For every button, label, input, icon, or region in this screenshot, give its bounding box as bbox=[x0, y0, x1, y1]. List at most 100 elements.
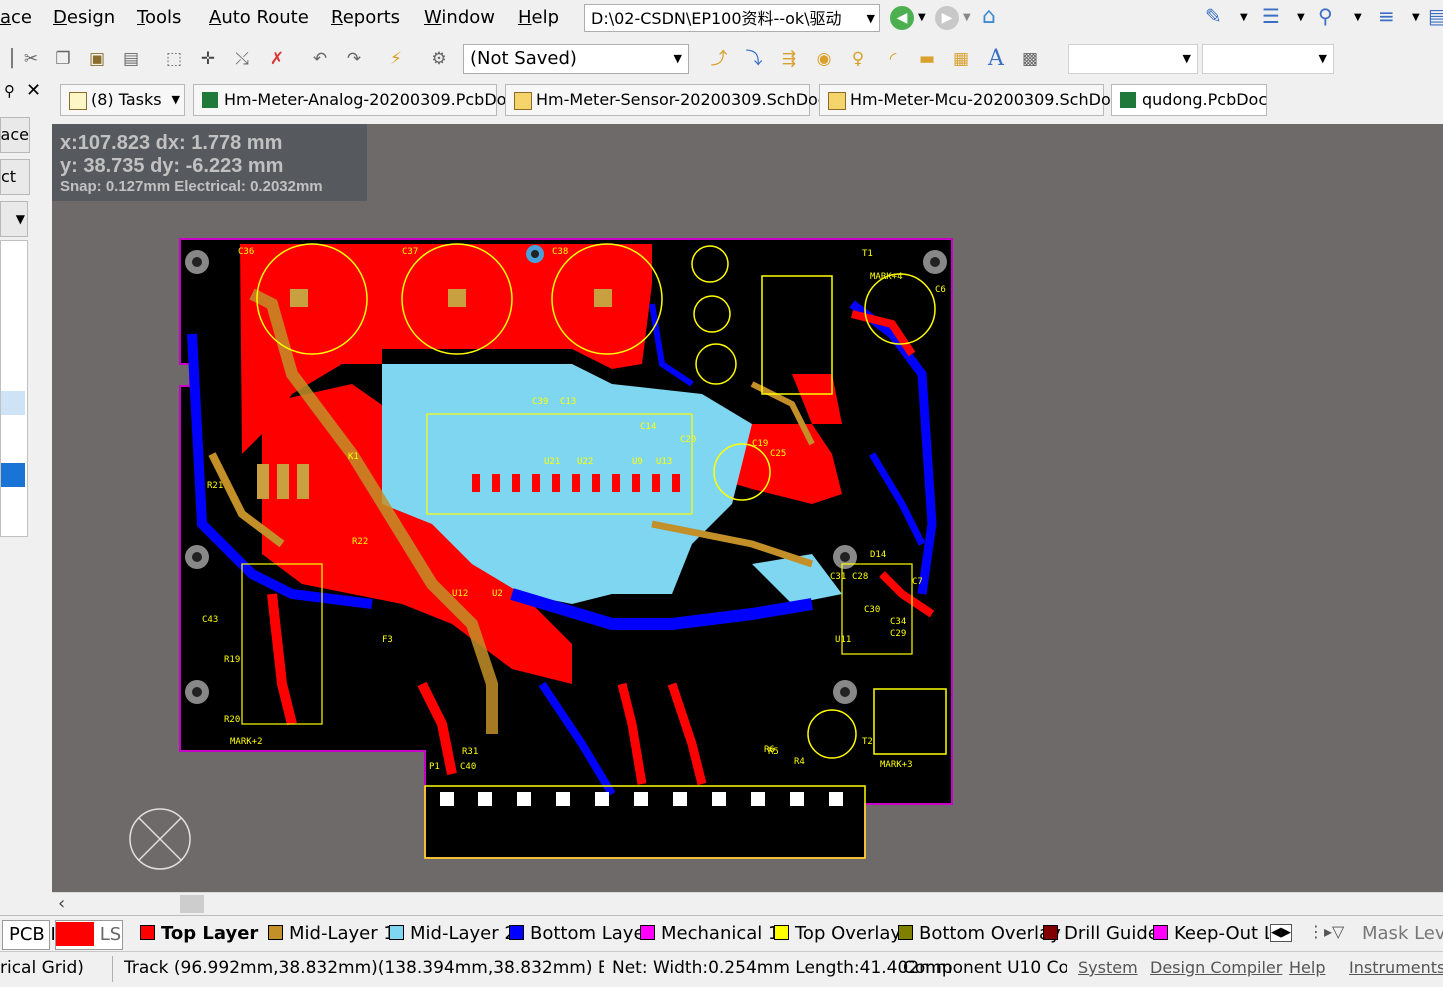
layout-icon[interactable]: ▤ bbox=[1428, 4, 1443, 28]
interactive-route-icon[interactable]: ⤴ bbox=[708, 48, 730, 70]
tab-mid-layer-1[interactable]: Mid-Layer 1 bbox=[268, 920, 395, 950]
silk-label: F3 bbox=[382, 635, 393, 645]
component-icon[interactable]: ⚙ bbox=[428, 48, 450, 70]
select-area-icon[interactable]: ⬚ bbox=[163, 48, 185, 70]
tab-bottom-overlay[interactable]: Bottom Overlay bbox=[898, 920, 1061, 950]
chevron-down-icon: ▼ bbox=[866, 12, 875, 25]
cross-probe-icon[interactable]: ⚡ bbox=[385, 48, 407, 70]
silk-label: T2 bbox=[862, 737, 873, 747]
tab-keep-out-layer[interactable]: Keep-Out La bbox=[1153, 920, 1269, 950]
menu-tools[interactable]: Tools bbox=[137, 7, 181, 28]
array-icon[interactable]: ▩ bbox=[1019, 48, 1041, 70]
project-dropdown[interactable]: ▼ bbox=[0, 201, 28, 237]
silk-label: D14 bbox=[870, 550, 886, 560]
menu-reports[interactable]: Reports bbox=[331, 7, 400, 28]
workspace-button[interactable]: ace bbox=[0, 117, 30, 153]
view-config-value: (Not Saved) bbox=[470, 48, 577, 69]
via-icon[interactable]: ♀ bbox=[847, 48, 869, 70]
multi-route-icon[interactable]: ⇶ bbox=[778, 48, 800, 70]
menu-window[interactable]: Window bbox=[424, 7, 495, 28]
chevron-down-icon[interactable]: ▼ bbox=[918, 12, 926, 23]
sch-doc-icon bbox=[828, 92, 846, 110]
string-icon[interactable]: A bbox=[985, 48, 1007, 70]
tab-mid-layer-2[interactable]: Mid-Layer 2 bbox=[389, 920, 516, 950]
silk-label: C39 bbox=[532, 397, 548, 407]
tree-item-selected[interactable] bbox=[1, 463, 25, 487]
paste-icon[interactable]: ▣ bbox=[86, 48, 108, 70]
tab-sensor-schdoc[interactable]: Hm-Meter-Sensor-20200309.SchDoc bbox=[505, 84, 827, 116]
chevron-down-icon[interactable]: ▼ bbox=[963, 12, 971, 23]
layer-scroll-icon[interactable]: ◀▶ bbox=[1270, 924, 1292, 942]
tab-top-overlay[interactable]: Top Overlay bbox=[774, 920, 901, 950]
redo-icon[interactable]: ↷ bbox=[343, 48, 365, 70]
help-button[interactable]: Help bbox=[1289, 958, 1325, 977]
scroll-thumb[interactable] bbox=[180, 895, 204, 913]
forward-icon[interactable]: ▶ bbox=[935, 6, 959, 30]
layer-color-swatch bbox=[898, 925, 913, 940]
tab-analog-pcbdoc[interactable]: Hm-Meter-Analog-20200309.PcbDoc bbox=[193, 84, 515, 116]
layer-set-button[interactable]: LS bbox=[55, 920, 123, 950]
move-icon[interactable]: ✛ bbox=[197, 48, 219, 70]
wire-tool-icon[interactable]: ✎ bbox=[1205, 4, 1222, 28]
tasks-button[interactable]: (8) Tasks ▼ bbox=[60, 84, 185, 116]
design-compiler-button[interactable]: Design Compiler bbox=[1150, 958, 1282, 977]
pcb-doc-icon bbox=[202, 92, 218, 108]
pad-icon[interactable]: ◉ bbox=[813, 48, 835, 70]
pcb-workspace[interactable]: x:107.823 dx: 1.778 mm y: 38.735 dy: -6.… bbox=[52, 124, 1443, 892]
mask-level-button[interactable]: Mask Level bbox=[1362, 920, 1443, 950]
toolbar: │ ✂ ❐ ▣ ▤ ⬚ ✛ ⤯ ✗ ↶ ↷ ⚡ ⚙ (Not Saved) ▼ … bbox=[0, 38, 1443, 81]
copy-icon[interactable]: ❐ bbox=[52, 48, 74, 70]
silk-label: R19 bbox=[224, 655, 240, 665]
deselect-icon[interactable]: ✗ bbox=[266, 48, 288, 70]
horizontal-scrollbar[interactable]: ‹ bbox=[52, 892, 1443, 915]
tab-mechanical-1[interactable]: Mechanical 1 bbox=[640, 920, 779, 950]
menu-design[interactable]: Design bbox=[53, 7, 115, 28]
path-combo[interactable]: D:\02-CSDN\EP100资料--ok\驱动 ▼ bbox=[584, 4, 880, 32]
rubber-stamp-icon[interactable]: ▤ bbox=[120, 48, 142, 70]
cut-icon[interactable]: ✂ bbox=[20, 48, 42, 70]
search-icon[interactable]: ⚲ bbox=[1318, 4, 1333, 28]
menu-help[interactable]: Help bbox=[518, 7, 559, 28]
current-layer-swatch bbox=[56, 922, 94, 946]
tab-qudong-pcbdoc[interactable]: qudong.PcbDoc bbox=[1111, 84, 1267, 116]
system-button[interactable]: System bbox=[1078, 958, 1138, 977]
pcb-panel-button[interactable]: PCB I bbox=[2, 920, 56, 950]
align-icon[interactable]: ☰ bbox=[1262, 4, 1280, 28]
project-button[interactable]: ct bbox=[0, 159, 30, 195]
filter-combo[interactable]: ▼ bbox=[1202, 44, 1334, 74]
component-status: Component U10 Comm bbox=[903, 958, 1067, 978]
pin-icon[interactable]: ⚲ bbox=[4, 82, 15, 100]
home-icon[interactable]: ⌂ bbox=[982, 4, 996, 29]
view-config-select[interactable]: (Not Saved) ▼ bbox=[463, 44, 689, 74]
chevron-down-icon[interactable]: ▼ bbox=[1412, 12, 1420, 23]
instruments-button[interactable]: Instruments bbox=[1349, 958, 1443, 977]
silk-label: T1 bbox=[862, 249, 873, 259]
layer-combo[interactable]: ▼ bbox=[1068, 44, 1198, 74]
tab-drill-guide[interactable]: Drill Guide bbox=[1043, 920, 1159, 950]
tree-item[interactable] bbox=[1, 391, 25, 415]
menu-workspace[interactable]: ace bbox=[0, 7, 32, 28]
silk-label: U21 bbox=[544, 457, 560, 467]
filter-icon[interactable]: ⋮▸▽ bbox=[1308, 922, 1344, 941]
close-icon[interactable]: ✕ bbox=[26, 80, 41, 101]
arc-icon[interactable]: ◜ bbox=[882, 48, 904, 70]
tab-mcu-schdoc[interactable]: Hm-Meter-Mcu-20200309.SchDoc bbox=[819, 84, 1120, 116]
diff-pair-route-icon[interactable]: ⤵ bbox=[743, 48, 765, 70]
back-icon[interactable]: ◀ bbox=[890, 6, 914, 30]
chevron-down-icon[interactable]: ▼ bbox=[1354, 12, 1362, 23]
tab-bottom-layer[interactable]: Bottom Layer bbox=[509, 920, 652, 950]
scroll-left-icon[interactable]: ‹ bbox=[58, 893, 65, 914]
fill-icon[interactable]: ▬ bbox=[916, 48, 938, 70]
chevron-down-icon[interactable]: ▼ bbox=[1297, 12, 1305, 23]
grid-icon[interactable]: ≡ bbox=[1378, 4, 1395, 28]
move-selection-icon[interactable]: ⤯ bbox=[231, 48, 253, 70]
polygon-icon[interactable]: ▦ bbox=[950, 48, 972, 70]
silk-label: R6 bbox=[764, 745, 775, 755]
tab-top-layer[interactable]: Top Layer bbox=[140, 920, 258, 950]
project-tree[interactable] bbox=[0, 240, 28, 537]
chevron-down-icon[interactable]: ▼ bbox=[1240, 12, 1248, 23]
undo-icon[interactable]: ↶ bbox=[309, 48, 331, 70]
pcb-board-view[interactable]: C36 C37 C38 C39 C40 C43 P1 R19 R20 F3 T1… bbox=[52, 124, 1443, 892]
silk-label: C19 bbox=[752, 439, 768, 449]
menu-auto-route[interactable]: Auto Route bbox=[209, 7, 309, 28]
